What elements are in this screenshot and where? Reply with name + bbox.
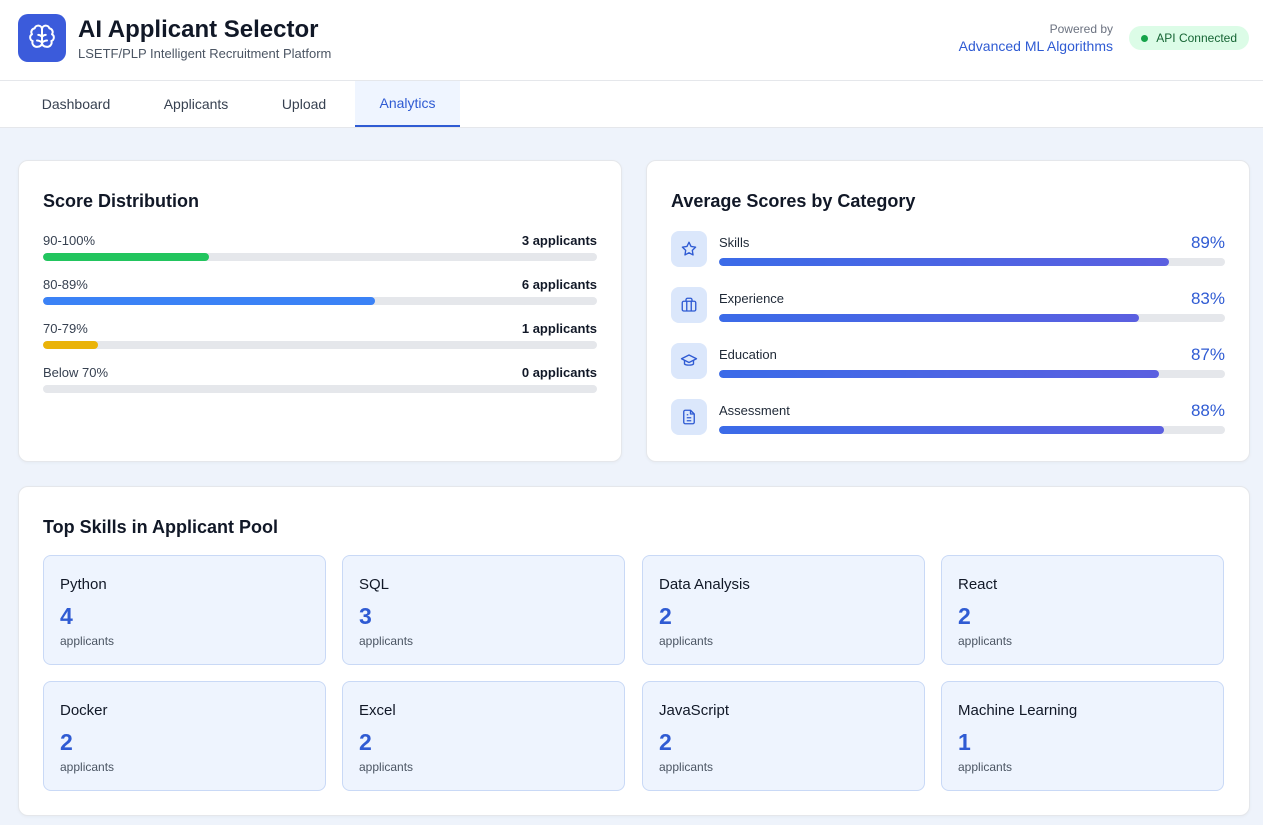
tab-upload[interactable]: Upload — [258, 81, 350, 127]
category-fill — [719, 370, 1160, 378]
distribution-track — [43, 341, 597, 349]
category-fill — [719, 314, 1139, 322]
category-scores-title: Average Scores by Category — [671, 191, 916, 211]
api-status-text: API Connected — [1156, 31, 1237, 45]
skill-count: 2 — [60, 729, 73, 755]
category-label: Education — [719, 347, 777, 362]
skill-name: JavaScript — [659, 702, 730, 719]
distribution-row: 90-100% 3 applicants — [43, 233, 597, 267]
graduation-cap-icon — [671, 343, 707, 379]
skill-count: 4 — [60, 603, 73, 629]
category-track — [719, 426, 1225, 434]
tab-analytics[interactable]: Analytics — [355, 81, 460, 127]
skill-name: Data Analysis — [659, 576, 750, 593]
skill-name: Python — [60, 576, 107, 593]
distribution-count: 1 applicants — [521, 321, 597, 336]
skill-name: Machine Learning — [958, 702, 1078, 719]
api-status-badge: API Connected — [1129, 26, 1249, 50]
category-scores-card: Average Scores by Category Skills 89% Ex… — [646, 160, 1250, 462]
category-row-education: Education 87% — [671, 343, 1225, 383]
category-value: 87% — [1190, 345, 1225, 364]
powered-by-value: Advanced ML Algorithms — [958, 38, 1113, 54]
tab-dashboard[interactable]: Dashboard — [18, 81, 134, 127]
document-icon — [671, 399, 707, 435]
distribution-range: 90-100% — [43, 233, 96, 248]
category-label: Skills — [719, 235, 750, 250]
skill-count: 1 — [958, 729, 971, 755]
skill-tile: JavaScript 2 applicants — [642, 681, 925, 791]
category-value: 83% — [1190, 289, 1225, 308]
distribution-track — [43, 385, 597, 393]
category-value: 89% — [1190, 233, 1225, 252]
category-fill — [719, 258, 1170, 266]
distribution-row: 80-89% 6 applicants — [43, 277, 597, 311]
distribution-row: Below 70% 0 applicants — [43, 365, 597, 399]
skill-unit: applicants — [958, 634, 1013, 648]
skill-unit: applicants — [359, 634, 414, 648]
category-row-assessment: Assessment 88% — [671, 399, 1225, 439]
app-subtitle: LSETF/PLP Intelligent Recruitment Platfo… — [78, 46, 332, 61]
distribution-count: 3 applicants — [521, 233, 597, 248]
top-skills-card: Top Skills in Applicant Pool Python 4 ap… — [18, 486, 1250, 816]
distribution-count: 0 applicants — [521, 365, 597, 380]
app-header: AI Applicant Selector LSETF/PLP Intellig… — [0, 0, 1263, 81]
distribution-track — [43, 253, 597, 261]
category-row-skills: Skills 89% — [671, 231, 1225, 271]
powered-by: Powered by Advanced ML Algorithms — [959, 22, 1113, 56]
skill-count: 2 — [659, 729, 672, 755]
distribution-range: Below 70% — [43, 365, 109, 380]
distribution-fill — [43, 253, 210, 261]
skill-name: SQL — [359, 576, 390, 593]
skill-count: 2 — [359, 729, 372, 755]
category-track — [719, 314, 1225, 322]
score-distribution-title: Score Distribution — [43, 191, 200, 211]
brain-icon — [18, 14, 66, 62]
skill-tile: React 2 applicants — [941, 555, 1224, 665]
distribution-range: 70-79% — [43, 321, 88, 336]
briefcase-icon — [671, 287, 707, 323]
skill-tile: Data Analysis 2 applicants — [642, 555, 925, 665]
skill-unit: applicants — [659, 634, 714, 648]
app-title: AI Applicant Selector — [78, 16, 319, 43]
distribution-fill — [43, 341, 99, 349]
distribution-count: 6 applicants — [521, 277, 597, 292]
skill-tile: Docker 2 applicants — [43, 681, 326, 791]
status-dot-icon — [1141, 34, 1149, 42]
skill-count: 2 — [659, 603, 672, 629]
category-track — [719, 258, 1225, 266]
skill-count: 2 — [958, 603, 971, 629]
skill-unit: applicants — [359, 760, 414, 774]
category-row-experience: Experience 83% — [671, 287, 1225, 327]
powered-by-label: Powered by — [1049, 22, 1113, 36]
distribution-track — [43, 297, 597, 305]
skill-unit: applicants — [659, 760, 714, 774]
skill-unit: applicants — [60, 760, 115, 774]
skill-unit: applicants — [958, 760, 1013, 774]
skill-tile: Machine Learning 1 applicants — [941, 681, 1224, 791]
skill-name: Excel — [359, 702, 396, 719]
skill-name: Docker — [60, 702, 108, 719]
category-label: Experience — [719, 291, 785, 306]
tab-applicants[interactable]: Applicants — [138, 81, 254, 127]
category-track — [719, 370, 1225, 378]
category-fill — [719, 426, 1165, 434]
nav-tabs: Dashboard Applicants Upload Analytics — [0, 81, 1263, 128]
category-label: Assessment — [719, 403, 790, 418]
skill-tile: SQL 3 applicants — [342, 555, 625, 665]
distribution-range: 80-89% — [43, 277, 88, 292]
skill-count: 3 — [359, 603, 372, 629]
skill-tile: Excel 2 applicants — [342, 681, 625, 791]
skill-name: React — [958, 576, 998, 593]
skill-unit: applicants — [60, 634, 115, 648]
category-value: 88% — [1190, 401, 1225, 420]
distribution-row: 70-79% 1 applicants — [43, 321, 597, 355]
top-skills-title: Top Skills in Applicant Pool — [43, 517, 279, 537]
score-distribution-card: Score Distribution 90-100% 3 applicants … — [18, 160, 622, 462]
skill-tile: Python 4 applicants — [43, 555, 326, 665]
distribution-fill — [43, 297, 376, 305]
star-icon — [671, 231, 707, 267]
